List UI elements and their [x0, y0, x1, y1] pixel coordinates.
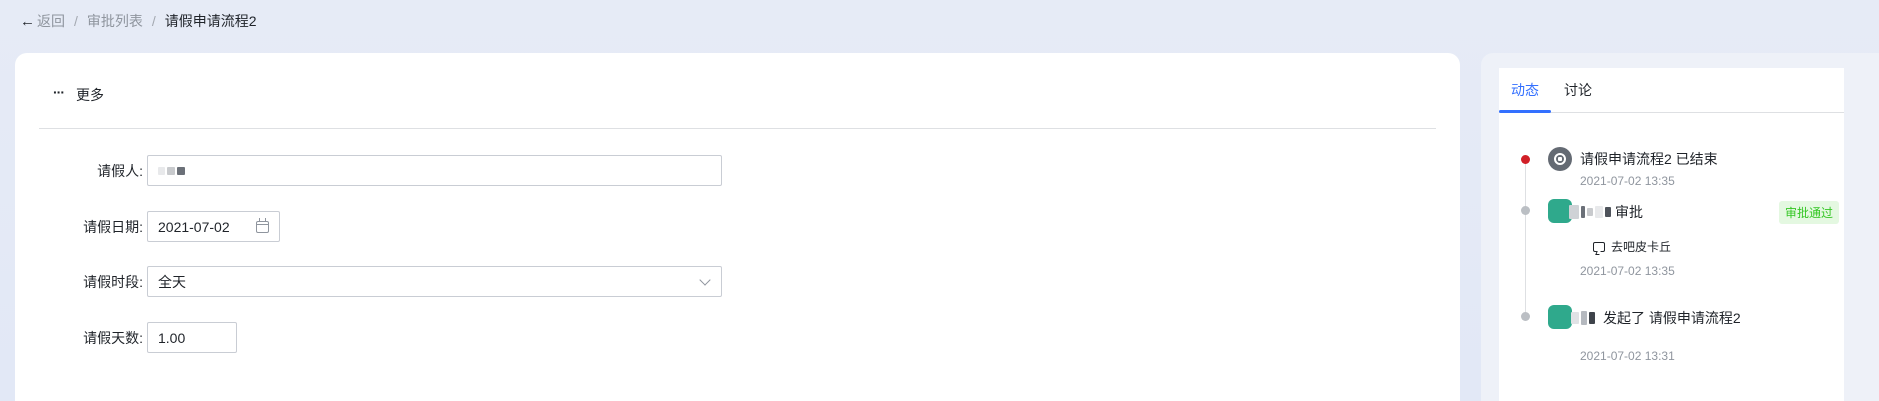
event-action: 发起了 请假申请流程2: [1603, 310, 1741, 326]
divider: [39, 128, 1436, 129]
calendar-icon[interactable]: [256, 217, 269, 233]
period-value: 全天: [158, 273, 186, 290]
more-button[interactable]: ··· 更多: [53, 85, 104, 105]
tab-activity[interactable]: 动态: [1511, 80, 1539, 100]
more-label: 更多: [76, 87, 104, 103]
event-time: 2021-07-02 13:31: [1580, 349, 1675, 363]
event-time: 2021-07-02 13:35: [1580, 264, 1675, 278]
status-badge-approved: 审批通过: [1779, 201, 1840, 224]
process-end-icon: [1548, 147, 1572, 171]
breadcrumb-approval-list[interactable]: 审批列表: [87, 11, 143, 31]
applicant-field[interactable]: [147, 155, 722, 186]
event-time: 2021-07-02 13:35: [1580, 174, 1675, 188]
date-value: 2021-07-02: [158, 218, 230, 235]
timeline-dot: [1521, 206, 1530, 215]
event-action: 审批: [1615, 204, 1643, 220]
avatar: [1548, 305, 1572, 329]
days-row: 请假天数: 1.00: [15, 322, 237, 353]
breadcrumb-separator: /: [151, 13, 156, 29]
form-card: ··· 更多 请假人: 请假日期: 2021-07-02 请假时段: 全天 请假…: [15, 53, 1460, 401]
chevron-down-icon: [699, 274, 711, 286]
event-comment: 去吧皮卡丘: [1593, 238, 1671, 255]
timeline-dot-end: [1521, 155, 1530, 164]
applicant-row: 请假人:: [15, 155, 722, 186]
back-label: 返回: [37, 13, 65, 29]
masked-user-name: [1569, 205, 1611, 219]
activity-panel: 动态 讨论 请假申请流程2 已结束 2021-07-02 13:35 审批 审批…: [1481, 53, 1879, 401]
date-row: 请假日期: 2021-07-02: [15, 211, 280, 242]
event-title: 发起了 请假申请流程2: [1571, 308, 1741, 328]
activity-panel-inner: 动态 讨论 请假申请流程2 已结束 2021-07-02 13:35 审批 审批…: [1499, 68, 1844, 401]
applicant-masked-name: [158, 166, 185, 175]
period-row: 请假时段: 全天: [15, 266, 722, 297]
days-input[interactable]: 1.00: [147, 322, 237, 353]
more-dots-icon: ···: [53, 84, 65, 100]
breadcrumb-current: 请假申请流程2: [164, 13, 257, 29]
tab-discussion[interactable]: 讨论: [1564, 80, 1592, 100]
timeline-line: [1525, 156, 1526, 314]
breadcrumb-separator: /: [74, 13, 78, 29]
breadcrumb: ← 返回 / 审批列表 / 请假申请流程2: [20, 11, 257, 31]
event-title: 请假申请流程2 已结束: [1580, 151, 1718, 167]
period-label: 请假时段:: [83, 273, 143, 290]
date-picker[interactable]: 2021-07-02: [147, 211, 280, 242]
masked-user-name: [1571, 311, 1595, 325]
activity-tabs: 动态 讨论: [1499, 68, 1844, 113]
comment-icon: [1593, 241, 1605, 252]
applicant-label: 请假人:: [97, 162, 143, 179]
back-link[interactable]: ← 返回: [20, 11, 65, 31]
event-title: 审批: [1569, 202, 1643, 222]
comment-text: 去吧皮卡丘: [1611, 240, 1672, 254]
timeline-dot: [1521, 312, 1530, 321]
date-label: 请假日期:: [83, 218, 143, 235]
active-tab-indicator: [1499, 110, 1551, 113]
days-label: 请假天数:: [83, 329, 143, 346]
days-value: 1.00: [158, 329, 186, 346]
back-arrow-icon: ←: [20, 12, 35, 30]
period-select[interactable]: 全天: [147, 266, 722, 297]
